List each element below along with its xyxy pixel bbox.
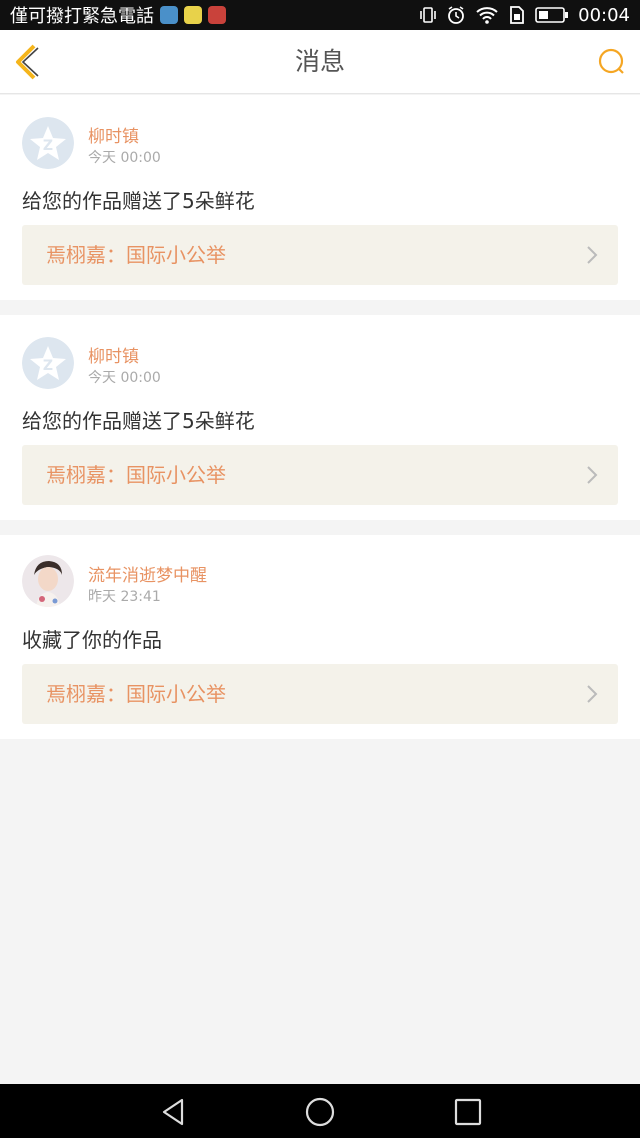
avatar[interactable] [22, 555, 74, 607]
svg-text:Z: Z [43, 138, 53, 154]
work-link[interactable]: 焉栩嘉：国际小公举 [22, 225, 618, 285]
username[interactable]: 柳时镇 [88, 122, 139, 147]
work-title: 焉栩嘉：国际小公举 [46, 463, 226, 487]
status-bar: 僅可撥打緊急電話 00:04 [0, 0, 640, 30]
default-avatar-icon: Z [22, 117, 74, 169]
system-nav-bar [0, 1084, 640, 1138]
notification-app-icon [160, 6, 178, 24]
battery-icon [535, 7, 569, 23]
circle-home-icon [305, 1097, 335, 1127]
svg-text:Z: Z [43, 358, 53, 374]
message-card: Z 柳时镇 今天 00:00 给您的作品赠送了5朵鲜花 焉栩嘉：国际小公举 [0, 95, 640, 300]
page-title: 消息 [294, 47, 345, 76]
chevron-right-icon [587, 246, 598, 264]
notification-news-icon [208, 6, 226, 24]
message-card: Z 柳时镇 今天 00:00 给您的作品赠送了5朵鲜花 焉栩嘉：国际小公举 [0, 315, 640, 520]
status-right: 00:04 [419, 5, 630, 26]
timestamp: 今天 00:00 [88, 370, 161, 386]
alarm-icon [448, 6, 465, 24]
nav-recents-button[interactable] [452, 1096, 484, 1128]
work-title: 焉栩嘉：国际小公举 [46, 243, 226, 267]
search-button[interactable] [596, 46, 628, 78]
sim-icon [510, 6, 525, 24]
search-icon [598, 48, 624, 74]
message-text: 收藏了你的作品 [22, 628, 162, 652]
default-avatar-icon: Z [22, 337, 74, 389]
wifi-icon [476, 7, 498, 24]
timestamp: 昨天 23:41 [88, 589, 161, 605]
message-text: 给您的作品赠送了5朵鲜花 [22, 409, 255, 433]
square-recents-icon [454, 1098, 482, 1126]
avatar[interactable]: Z [22, 117, 74, 169]
chevron-right-icon [587, 685, 598, 703]
header: 消息 [0, 30, 640, 94]
timestamp: 今天 00:00 [88, 150, 161, 166]
nav-home-button[interactable] [304, 1096, 336, 1128]
user-photo-avatar [22, 555, 74, 607]
work-link[interactable]: 焉栩嘉：国际小公举 [22, 445, 618, 505]
nav-back-button[interactable] [158, 1096, 190, 1128]
vibrate-icon [420, 7, 436, 23]
message-card: 流年消逝梦中醒 昨天 23:41 收藏了你的作品 焉栩嘉：国际小公举 [0, 535, 640, 739]
carrier-text: 僅可撥打緊急電話 [10, 6, 154, 27]
chevron-right-icon [587, 466, 598, 484]
clock-text: 00:04 [578, 4, 630, 26]
work-link[interactable]: 焉栩嘉：国际小公举 [22, 664, 618, 724]
status-left: 僅可撥打緊急電話 [10, 2, 226, 28]
notification-chat-icon [184, 6, 202, 24]
triangle-back-icon [162, 1098, 184, 1126]
username[interactable]: 流年消逝梦中醒 [88, 561, 207, 586]
work-title: 焉栩嘉：国际小公举 [46, 682, 226, 706]
username[interactable]: 柳时镇 [88, 342, 139, 367]
message-text: 给您的作品赠送了5朵鲜花 [22, 189, 255, 213]
avatar[interactable]: Z [22, 337, 74, 389]
